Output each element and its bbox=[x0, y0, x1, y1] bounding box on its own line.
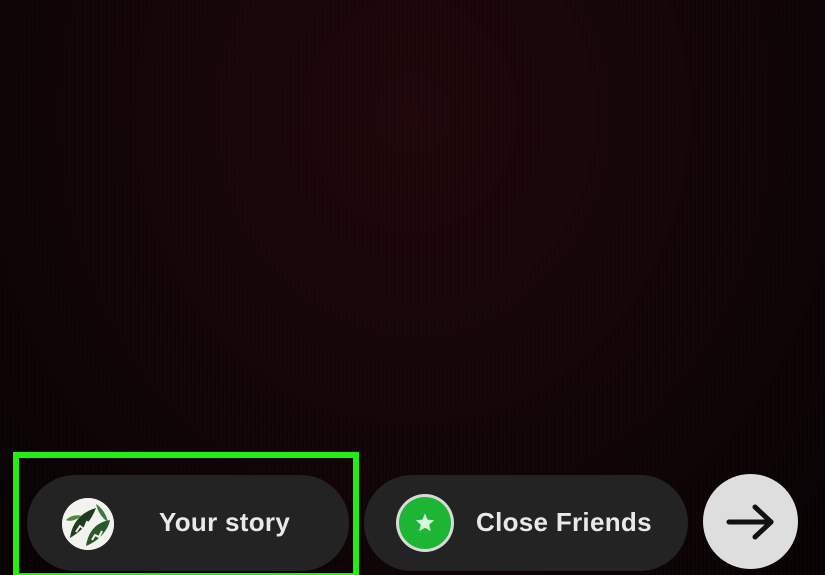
star-icon bbox=[399, 497, 451, 549]
monstera-leaf-avatar-icon bbox=[62, 498, 114, 550]
story-camera-screen: Your story Close Friends bbox=[0, 0, 825, 575]
arrow-right-icon bbox=[726, 504, 773, 539]
your-story-label: Your story bbox=[159, 507, 291, 537]
next-button[interactable] bbox=[703, 474, 798, 569]
close-friends-button[interactable]: Close Friends bbox=[364, 475, 688, 571]
your-story-button[interactable]: Your story bbox=[27, 475, 349, 571]
close-friends-label: Close Friends bbox=[476, 507, 652, 537]
